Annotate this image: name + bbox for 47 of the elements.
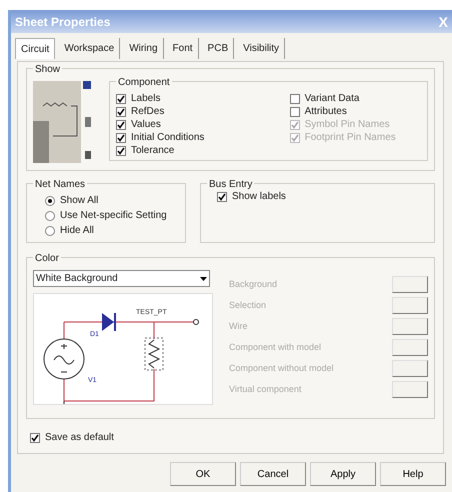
option-label: Variant Data <box>304 92 360 106</box>
tab[interactable]: Font <box>168 38 199 59</box>
option-label: Show labels <box>232 190 286 204</box>
option-label: Hide All <box>60 224 94 238</box>
option-label: Initial Conditions <box>131 131 204 145</box>
option-label: RefDes <box>131 105 164 119</box>
option-label: Show All <box>60 194 98 208</box>
color-item-label: Selection <box>229 298 266 312</box>
checkbox[interactable] <box>290 106 300 116</box>
checkbox[interactable] <box>116 120 126 130</box>
dialog-button[interactable]: OK <box>170 462 236 486</box>
option-label: Footprint Pin Names <box>304 131 396 145</box>
window-title: Sheet Properties <box>15 14 110 30</box>
color-item-label: Component with model <box>229 340 322 354</box>
group-title: Bus Entry <box>207 177 254 192</box>
checkbox[interactable] <box>116 132 126 142</box>
radio-button[interactable] <box>45 226 55 236</box>
checkbox[interactable] <box>217 192 227 202</box>
group-title: Component <box>116 75 172 90</box>
dialog-button[interactable]: Help <box>380 462 446 486</box>
option-label: Symbol Pin Names <box>304 118 390 132</box>
dialog-button[interactable]: Apply <box>310 462 376 486</box>
color-item-label: Virtual component <box>229 382 302 396</box>
checkbox[interactable] <box>116 94 126 104</box>
option-label: Save as default <box>45 431 114 445</box>
option-label: Attributes <box>304 105 347 119</box>
color-item-label: Component without model <box>229 362 334 375</box>
tab[interactable]: Wiring <box>124 38 164 59</box>
option-label: Labels <box>131 92 160 106</box>
tab[interactable]: Workspace <box>59 38 120 59</box>
radio-button[interactable] <box>45 196 55 206</box>
checkbox[interactable] <box>290 94 300 104</box>
caret-icon <box>200 276 207 280</box>
tab[interactable]: Circuit <box>15 38 56 59</box>
option-label: Tolerance <box>131 144 174 158</box>
dialog-button[interactable]: Cancel <box>240 462 306 486</box>
checkbox[interactable] <box>116 146 126 156</box>
radio-button[interactable] <box>45 210 55 220</box>
option-label: Use Net-specific Setting <box>60 209 167 223</box>
color-scheme-dropdown[interactable]: White Background <box>33 270 210 287</box>
checkbox[interactable] <box>116 106 126 116</box>
tab[interactable]: Visibility <box>238 38 286 59</box>
checkbox[interactable] <box>30 432 40 442</box>
color-item-label: Wire <box>229 320 248 333</box>
color-item-label: Background <box>229 278 278 291</box>
option-label: Values <box>131 118 161 132</box>
tab[interactable]: PCB <box>202 38 234 59</box>
